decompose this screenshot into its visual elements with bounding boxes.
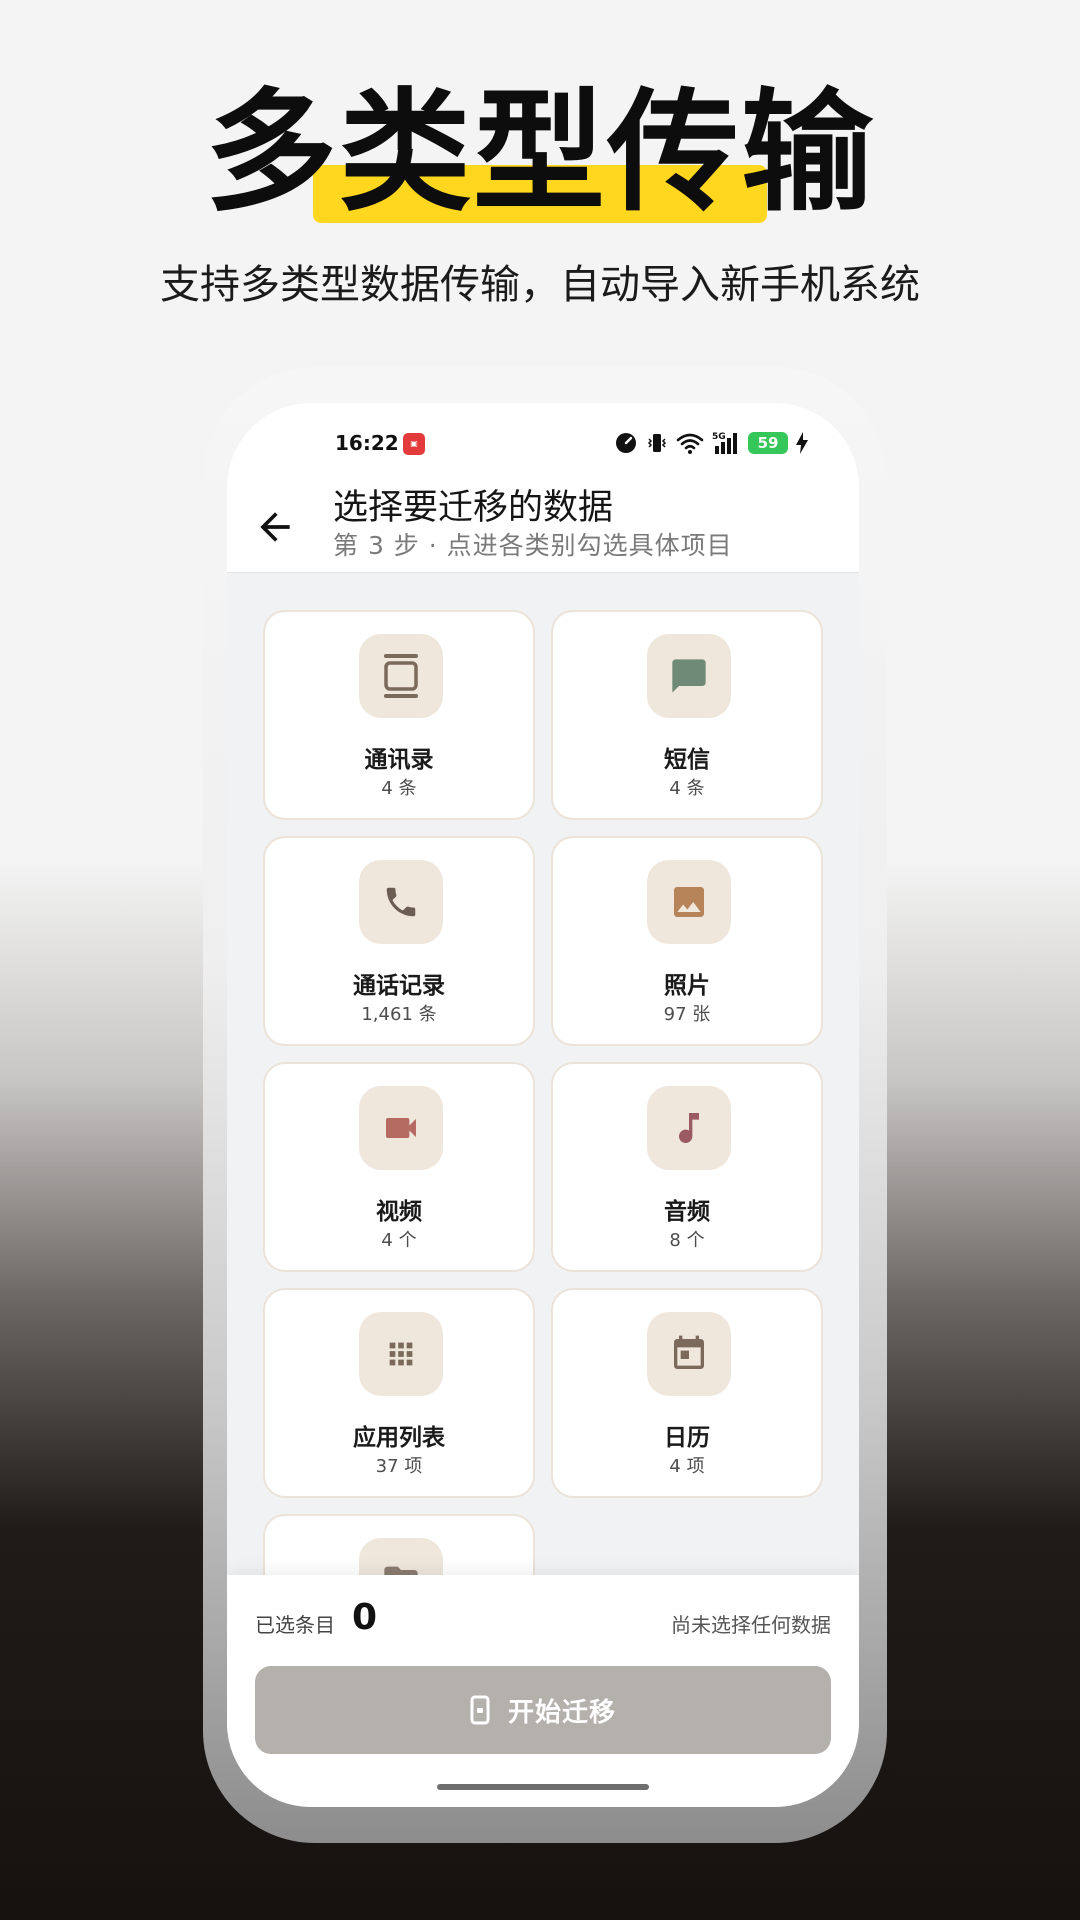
- contacts-icon: [359, 634, 443, 718]
- vibrate-icon: [647, 434, 667, 452]
- category-count: 8 个: [669, 1230, 705, 1251]
- music-icon: [647, 1086, 731, 1170]
- app-bar: 选择要迁移的数据 第 3 步 · 点进各类别勾选具体项目: [227, 483, 859, 573]
- category-card-photos[interactable]: 照片 97 张: [551, 836, 823, 1046]
- category-count: 97 张: [663, 1004, 711, 1025]
- video-icon: [359, 1086, 443, 1170]
- selected-items-label: 已选条目: [255, 1613, 335, 1637]
- category-count: 4 项: [669, 1456, 705, 1477]
- category-card-apps[interactable]: 应用列表 37 项: [263, 1288, 535, 1498]
- signal-5g-icon: 5G: [712, 432, 737, 454]
- category-count: 37 项: [375, 1456, 423, 1477]
- data-speed-icon: [616, 433, 636, 453]
- phone-icon: [359, 860, 443, 944]
- category-label: 音频: [664, 1199, 710, 1225]
- category-count: 4 条: [381, 778, 417, 799]
- calendar-icon: [647, 1312, 731, 1396]
- category-card-call-log[interactable]: 通话记录 1,461 条: [263, 836, 535, 1046]
- home-indicator[interactable]: [437, 1784, 649, 1790]
- charging-bolt-icon: [796, 432, 808, 454]
- image-icon: [647, 860, 731, 944]
- category-card-contacts[interactable]: 通讯录 4 条: [263, 610, 535, 820]
- page-title: 选择要迁移的数据: [333, 488, 614, 528]
- category-card-audio[interactable]: 音频 8 个: [551, 1062, 823, 1272]
- category-label: 日历: [664, 1425, 710, 1451]
- category-label: 应用列表: [353, 1425, 445, 1451]
- app-notification-icon: ▣: [403, 433, 425, 455]
- battery-indicator: 59: [748, 432, 788, 454]
- selected-items-count: 0: [352, 1597, 378, 1638]
- category-label: 视频: [376, 1199, 422, 1225]
- category-label: 通话记录: [353, 973, 445, 999]
- category-label: 照片: [664, 973, 710, 999]
- svg-text:5G: 5G: [712, 432, 726, 442]
- category-card-messages[interactable]: 短信 4 条: [551, 610, 823, 820]
- start-migration-button[interactable]: 开始迁移: [255, 1666, 831, 1754]
- hero-subtitle: 支持多类型数据传输，自动导入新手机系统: [160, 262, 920, 308]
- status-bar: 16:22 ▣ 5G 59: [227, 403, 859, 483]
- wifi-icon: [676, 433, 704, 454]
- category-count: 1,461 条: [361, 1004, 437, 1025]
- arrow-left-icon: [260, 512, 290, 542]
- phone-device-icon: [470, 1695, 490, 1725]
- category-grid: 通讯录 4 条 短信 4 条 通话记录 1,461 条 照片 97 张 视频 4…: [263, 610, 823, 1724]
- status-icons: 5G 59: [614, 430, 809, 456]
- start-migration-label: 开始迁移: [507, 1697, 616, 1728]
- category-card-videos[interactable]: 视频 4 个: [263, 1062, 535, 1272]
- apps-grid-icon: [359, 1312, 443, 1396]
- category-count: 4 条: [669, 778, 705, 799]
- back-button[interactable]: [253, 505, 297, 549]
- category-label: 短信: [664, 747, 710, 773]
- phone-screen: 16:22 ▣ 5G 59 选择要迁移的数据 第 3 步 · 点进各类别勾选具体…: [227, 403, 859, 1807]
- category-count: 4 个: [381, 1230, 417, 1251]
- message-icon: [647, 634, 731, 718]
- page-subtitle: 第 3 步 · 点进各类别勾选具体项目: [333, 531, 733, 560]
- category-label: 通讯录: [364, 747, 434, 773]
- category-card-calendar[interactable]: 日历 4 项: [551, 1288, 823, 1498]
- selection-status-text: 尚未选择任何数据: [671, 1613, 831, 1637]
- status-time: 16:22: [335, 431, 399, 455]
- selection-footer: 已选条目 0 尚未选择任何数据 开始迁移: [227, 1575, 859, 1807]
- hero-title: 多类型传输: [205, 76, 875, 230]
